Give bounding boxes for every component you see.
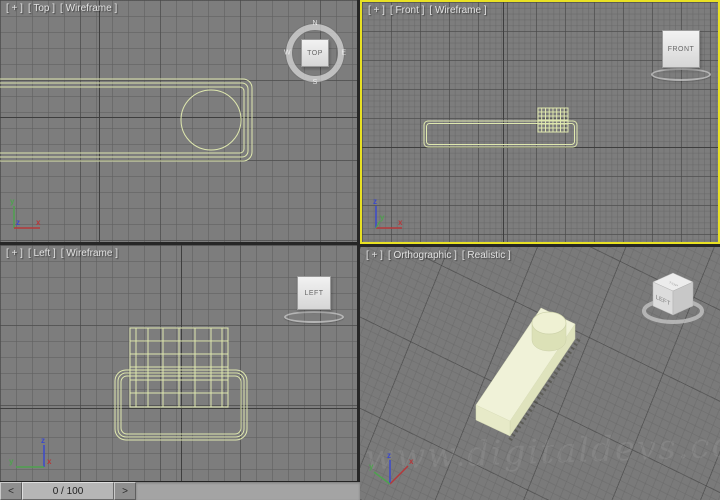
- box-wireframe-top[interactable]: [0, 79, 252, 161]
- time-slider-handle[interactable]: 0 / 100: [22, 482, 114, 500]
- viewport-label-orthographic: [ + ] [ Orthographic ] [ Realistic ]: [366, 250, 511, 261]
- viewport-label-left: [ + ] [ Left ] [ Wireframe ]: [6, 248, 118, 259]
- axis-z-label: z: [387, 451, 391, 460]
- cylinder-wireframe-front[interactable]: [538, 108, 568, 132]
- viewport-front-active[interactable]: [ + ] [ Front ] [ Wireframe ] FRONT z x …: [360, 0, 720, 244]
- viewport-menu-general[interactable]: [ + ]: [366, 250, 383, 261]
- next-frame-button[interactable]: >: [114, 482, 136, 500]
- max-viewport-area: [ + ] [ Top ] [ Wireframe ] N E S W TOP …: [0, 0, 720, 500]
- cylinder-wireframe-top[interactable]: [181, 90, 241, 150]
- axis-z-label: z: [373, 197, 377, 206]
- axis-x-label: x: [409, 457, 414, 466]
- viewport-left[interactable]: [ + ] [ Left ] [ Wireframe ] LEFT z y x: [0, 245, 357, 481]
- viewport-menu-pov[interactable]: [ Front ]: [390, 5, 424, 16]
- viewcube-ring-icon[interactable]: [651, 68, 711, 81]
- viewport-menu-shading[interactable]: [ Wireframe ]: [60, 3, 117, 14]
- viewport-orthographic[interactable]: www.digitaldevs.com [ + ] [ Orthographic…: [360, 247, 720, 500]
- viewport-menu-pov[interactable]: [ Orthographic ]: [388, 250, 457, 261]
- axis-tripod-front: z x y: [366, 194, 414, 238]
- compass-north[interactable]: N: [312, 20, 317, 27]
- cylinder-wireframe-left[interactable]: [130, 328, 228, 407]
- viewport-menu-general[interactable]: [ + ]: [368, 5, 385, 16]
- axis-x-label: x: [398, 218, 403, 227]
- viewport-menu-shading[interactable]: [ Wireframe ]: [61, 248, 118, 259]
- axis-z-label: z: [16, 218, 20, 227]
- compass-west[interactable]: W: [284, 50, 291, 57]
- time-slider: < 0 / 100 >: [0, 481, 360, 500]
- viewport-menu-pov[interactable]: [ Top ]: [28, 3, 55, 14]
- viewcube-left[interactable]: LEFT: [283, 273, 345, 329]
- axis-tripod-left: z y x: [4, 433, 58, 477]
- viewcube-front-face[interactable]: FRONT: [662, 30, 700, 68]
- viewport-menu-shading[interactable]: [ Wireframe ]: [429, 5, 486, 16]
- compass-south[interactable]: S: [313, 79, 318, 86]
- viewport-menu-shading[interactable]: [ Realistic ]: [462, 250, 511, 261]
- axis-y-label: y: [10, 197, 15, 206]
- axis-z-label: z: [41, 436, 45, 445]
- viewcube-front[interactable]: FRONT: [650, 28, 712, 84]
- model-cylinder[interactable]: [532, 312, 566, 351]
- viewport-menu-pov[interactable]: [ Left ]: [28, 248, 56, 259]
- viewcube-ring-icon[interactable]: [284, 311, 344, 323]
- previous-frame-button[interactable]: <: [0, 482, 22, 500]
- box-wireframe-front[interactable]: [424, 121, 577, 147]
- axis-y-label: y: [9, 457, 14, 466]
- axis-y-label: y: [369, 462, 374, 471]
- viewcube-top[interactable]: N E S W TOP: [284, 22, 346, 84]
- axis-x-label: x: [47, 457, 52, 466]
- viewport-top[interactable]: [ + ] [ Top ] [ Wireframe ] N E S W TOP …: [0, 0, 357, 242]
- axis-tripod-top: y x z: [4, 194, 52, 238]
- viewport-label-top: [ + ] [ Top ] [ Wireframe ]: [6, 3, 117, 14]
- viewcube-orthographic[interactable]: LEFT TOP: [638, 265, 708, 335]
- viewport-label-front: [ + ] [ Front ] [ Wireframe ]: [368, 5, 487, 16]
- viewcube-top-face[interactable]: TOP: [301, 39, 329, 67]
- axis-x-label: x: [36, 218, 41, 227]
- axis-tripod-orthographic: z x y: [368, 446, 418, 490]
- compass-east[interactable]: E: [341, 50, 346, 57]
- viewport-menu-general[interactable]: [ + ]: [6, 3, 23, 14]
- time-slider-track[interactable]: [136, 482, 360, 500]
- axis-y-label: y: [380, 213, 385, 222]
- viewcube-left-face[interactable]: LEFT: [297, 276, 331, 310]
- viewport-menu-general[interactable]: [ + ]: [6, 248, 23, 259]
